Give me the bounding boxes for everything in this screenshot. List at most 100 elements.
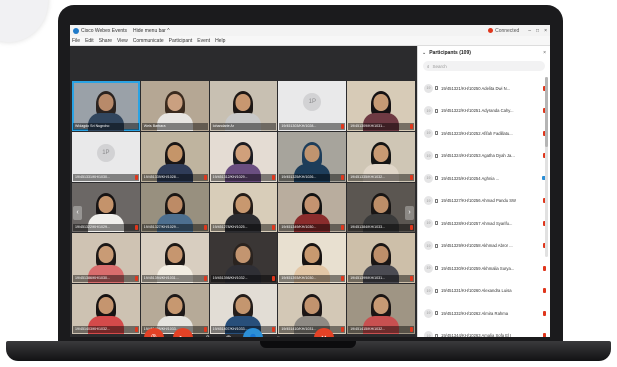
avatar: 19 bbox=[424, 308, 433, 318]
menu-item[interactable]: Share bbox=[99, 38, 112, 44]
previous-page-arrow-icon[interactable]: ‹ bbox=[73, 206, 82, 220]
video-tile[interactable]: 19/451398/KH/1032... bbox=[209, 233, 278, 284]
participant-row[interactable]: 19 19/451330/KH/10259 Akhmalia Surya... bbox=[418, 257, 550, 280]
participant-face bbox=[235, 195, 251, 213]
participant-row[interactable]: 19 19/451332/KH/10262 Almira Rahma bbox=[418, 302, 550, 325]
video-tile[interactable]: Widagdo Sri Nugroho bbox=[72, 81, 140, 131]
avatar: 19 bbox=[424, 263, 433, 273]
video-tile[interactable]: 1P 19/451331/KH/1030... bbox=[72, 131, 140, 182]
video-tile[interactable]: 19/451415/KH/1032... bbox=[347, 284, 415, 334]
microphone-muted-icon bbox=[543, 288, 546, 294]
participant-row[interactable]: 19 19/451331/KH/10260 Alexandra Luisa bbox=[418, 280, 550, 303]
participant-name-label: 19/451325/KH/1026... bbox=[279, 173, 346, 181]
video-tile[interactable]: Iohandarie Ar bbox=[209, 81, 278, 131]
participant-name-label: 19/451398/KH/1032... bbox=[210, 275, 277, 283]
participant-name-label: 19/451339/KH/1028... bbox=[141, 173, 208, 181]
connection-status: Connected bbox=[495, 27, 520, 34]
close-panel-icon[interactable]: × bbox=[543, 50, 546, 56]
record-button[interactable]: ◉ bbox=[223, 332, 235, 337]
avatar: 19 bbox=[424, 151, 433, 161]
menu-item[interactable]: Event bbox=[197, 38, 210, 44]
webex-logo-icon bbox=[73, 27, 79, 34]
leave-button[interactable]: ✕ bbox=[313, 328, 334, 337]
video-tile[interactable]: 19/451399/KH/1031... bbox=[347, 233, 415, 284]
window-titlebar: Cisco Webex Events Hide menu bar ^ Conne… bbox=[70, 25, 550, 36]
participant-row[interactable]: 19 19/451329/KH/10258 Akhmad Abror ... bbox=[418, 235, 550, 258]
avatar: 19 bbox=[424, 218, 433, 228]
device-icon bbox=[435, 153, 438, 158]
close-window-button[interactable]: × bbox=[544, 28, 547, 34]
participant-face bbox=[167, 195, 183, 213]
video-tile[interactable]: 19/451322/KH/1029... bbox=[72, 182, 140, 233]
participant-row[interactable]: 19 19/451322/KH/10251 Adyranda Cahy... bbox=[418, 100, 550, 123]
device-icon bbox=[435, 243, 438, 248]
participant-row-name: 19/451321/KH/10250 Adelita Dwi N... bbox=[441, 85, 511, 91]
participant-face bbox=[167, 144, 183, 162]
participant-name-label: 19/451393/KH/1030... bbox=[279, 275, 346, 283]
participant-face bbox=[235, 246, 251, 264]
hide-menu-bar-toggle[interactable]: Hide menu bar ^ bbox=[133, 28, 170, 34]
participant-name-label: 19/451278/KH/1025... bbox=[210, 224, 277, 232]
video-tile[interactable]: 19/451327/KH/1029... bbox=[140, 182, 209, 233]
participants-panel-header: ⌄ Participants (109) × bbox=[418, 46, 550, 59]
video-tile[interactable]: 1P 19/451303/KH/1028... bbox=[278, 81, 347, 131]
participant-row[interactable]: 19 19/451324/KH/10253 Agatha Dyah Ja... bbox=[418, 145, 550, 168]
menu-item[interactable]: View bbox=[117, 38, 128, 44]
stop-video-button[interactable]: ▶ bbox=[172, 328, 193, 338]
video-tile[interactable]: 19/451339/KH/1028... bbox=[140, 131, 209, 182]
participant-list-scrollbar[interactable] bbox=[545, 77, 548, 257]
device-icon bbox=[435, 176, 438, 181]
participant-row[interactable]: 19 19/451327/KH/10256 Ahmad Pandu SW bbox=[418, 190, 550, 213]
menu-item[interactable]: Communicate bbox=[133, 38, 164, 44]
participant-name-label: 19/451312/KH/1029... bbox=[210, 173, 277, 181]
video-tile[interactable]: 19/451335/KH/1032... bbox=[347, 131, 415, 182]
menu-item[interactable]: Help bbox=[215, 38, 225, 44]
participant-row[interactable]: 19 19/451323/KH/10252 Afifah Fadillatu... bbox=[418, 122, 550, 145]
chat-icon: ◌ bbox=[276, 335, 280, 338]
device-icon bbox=[435, 86, 438, 91]
microphone-muted-icon bbox=[410, 326, 413, 332]
microphone-muted-icon bbox=[410, 123, 413, 129]
chevron-down-icon[interactable]: ⌄ bbox=[422, 50, 426, 56]
video-tile[interactable]: 19/451349/KH/1030... bbox=[278, 182, 347, 233]
maximize-button[interactable]: □ bbox=[536, 28, 539, 34]
minimize-button[interactable]: – bbox=[528, 28, 531, 34]
video-tile[interactable]: 19/451393/KH/1030... bbox=[278, 233, 347, 284]
video-tile[interactable]: 19/451403/KH/1032... bbox=[72, 284, 140, 334]
participant-name-label: 19/451399/KH/1031... bbox=[348, 275, 414, 283]
participants-button[interactable]: 👤 bbox=[243, 328, 264, 337]
menu-item[interactable]: Participant bbox=[169, 38, 193, 44]
menu-item[interactable]: File bbox=[72, 38, 80, 44]
chat-button[interactable]: ◌ bbox=[272, 332, 284, 338]
recording-indicator-icon bbox=[488, 28, 494, 33]
participant-row[interactable]: 19 19/451344/KH/10263 Amalia Sofa El I bbox=[418, 325, 550, 337]
share-button[interactable]: ⇪ bbox=[202, 332, 214, 337]
mute-button[interactable]: 🎙 bbox=[144, 328, 164, 337]
avatar: 19 bbox=[424, 128, 433, 138]
participant-row[interactable]: 19 19/451328/KH/10257 Ahmad Syarifu... bbox=[418, 212, 550, 235]
video-tile[interactable]: 19/451386/KH/1030... bbox=[72, 233, 140, 284]
participant-row[interactable]: 19 19/451321/KH/10250 Adelita Dwi N... bbox=[418, 77, 550, 100]
participant-search-input[interactable]: ⌕ Search bbox=[423, 61, 545, 71]
video-off-icon: ▶ bbox=[180, 334, 186, 338]
more-button[interactable]: ⋯ bbox=[293, 332, 305, 337]
participants-panel: ⌄ Participants (109) × ⌕ Search 19 19/451… bbox=[417, 46, 550, 337]
participant-row-name: 19/451327/KH/10256 Ahmad Pandu SW bbox=[441, 198, 516, 204]
video-tile[interactable]: 19/451278/KH/1025... bbox=[209, 182, 278, 233]
video-tile[interactable]: 19/451325/KH/1026... bbox=[278, 131, 347, 182]
video-tile[interactable]: 19/451312/KH/1029... bbox=[209, 131, 278, 182]
participant-name-label: 19/451327/KH/1029... bbox=[141, 224, 208, 232]
next-page-arrow-icon[interactable]: › bbox=[405, 206, 414, 220]
video-tile[interactable]: 19/451309/KH/1031... bbox=[347, 81, 415, 131]
participant-row-name: 19/451323/KH/10252 Afifah Fadillatu... bbox=[441, 130, 513, 136]
video-tile[interactable]: Weis Barbara bbox=[140, 81, 209, 131]
video-tile[interactable]: 19/451394/KH/1031... bbox=[140, 233, 209, 284]
participant-name-label: 19/451394/KH/1031... bbox=[141, 275, 208, 283]
participant-row[interactable]: 19 19/451325/KH/10254 Aghnia ... bbox=[418, 167, 550, 190]
microphone-muted-icon bbox=[543, 310, 546, 316]
menu-item[interactable]: Edit bbox=[85, 38, 94, 44]
participant-face bbox=[167, 93, 183, 111]
participant-name-label: 19/451335/KH/1032... bbox=[348, 173, 414, 181]
participant-row-name: 19/451332/KH/10262 Almira Rahma bbox=[441, 310, 509, 316]
participant-name-label: 19/451349/KH/1030... bbox=[279, 224, 346, 232]
